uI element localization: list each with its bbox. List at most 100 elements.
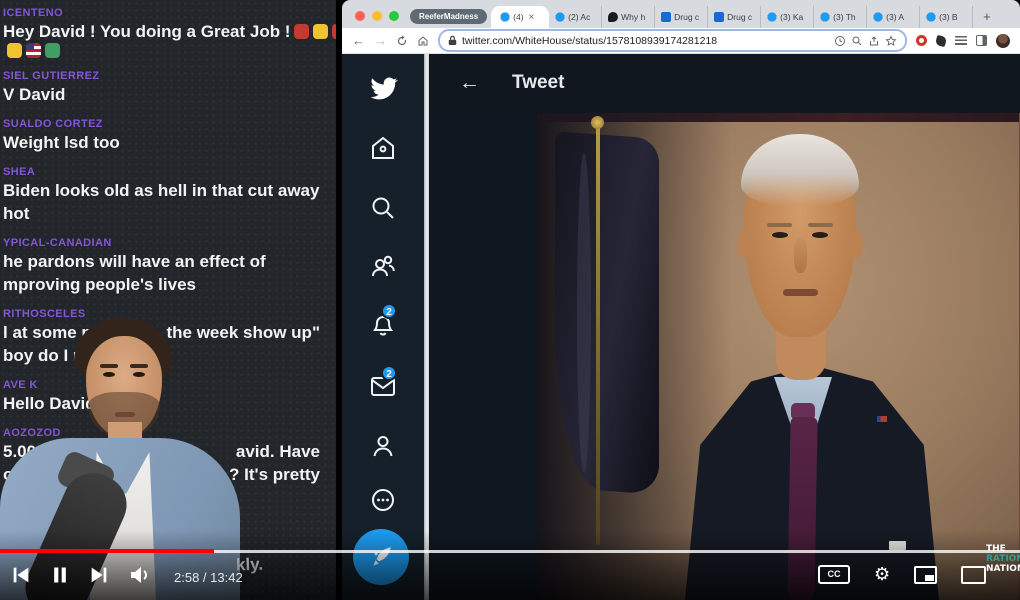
biden-tie xyxy=(787,417,817,600)
captions-button[interactable]: CC xyxy=(818,565,850,584)
notifications-bell-icon[interactable]: 2 xyxy=(369,310,397,343)
chat-message-line: V David xyxy=(3,83,336,106)
forward-button[interactable]: → xyxy=(374,34,387,47)
chat-message-line xyxy=(3,43,336,58)
communities-icon[interactable] xyxy=(369,252,397,285)
flag-lapel-pin xyxy=(877,416,887,422)
chat-text-right: avid. Have xyxy=(236,440,320,463)
side-panel-icon[interactable] xyxy=(976,35,987,46)
share-icon[interactable] xyxy=(868,35,880,47)
tweet-detail-column: ← Tweet xyxy=(429,54,1020,600)
chat-message-line: Weight lsd too xyxy=(3,131,336,154)
profile-nav-icon[interactable] xyxy=(369,432,397,465)
browser-tab[interactable]: (3) A xyxy=(867,6,920,28)
settings-gear-icon[interactable]: ⚙ xyxy=(874,566,890,584)
browser-tab[interactable]: (4) × xyxy=(491,6,549,28)
clock-icon[interactable] xyxy=(834,35,846,47)
tab-label: Why h xyxy=(621,12,645,22)
browser-tab[interactable]: (2) Ac xyxy=(549,6,602,28)
biden-head xyxy=(744,139,856,337)
chat-message: YPICAL-CANADIAN he pardons will have an … xyxy=(3,237,336,296)
chat-text-left: he pardons will have an effect of xyxy=(3,250,266,273)
home-nav-icon[interactable] xyxy=(369,134,397,167)
player-controls-right: CC ⚙ xyxy=(818,565,986,584)
browser-toolbar: ← → twitter.com/WhiteHouse/status/157810… xyxy=(342,28,1020,54)
twitter-logo-icon[interactable] xyxy=(368,72,398,107)
reload-icon[interactable] xyxy=(396,35,408,47)
previous-button[interactable] xyxy=(10,564,32,591)
url-text: twitter.com/WhiteHouse/status/1578108939… xyxy=(462,35,829,47)
chat-message: ICENTENO Hey David ! You doing a Great J… xyxy=(3,7,336,58)
back-arrow-icon[interactable]: ← xyxy=(459,71,480,95)
progress-played xyxy=(0,549,214,553)
tab-close-icon[interactable]: × xyxy=(529,12,535,23)
chat-message: SIEL GUTIERREZ V David xyxy=(3,70,336,106)
miniplayer-button[interactable] xyxy=(914,566,937,584)
tab-favicon xyxy=(926,12,936,22)
next-button[interactable] xyxy=(88,564,110,591)
time-display: 2:58 / 13:42 xyxy=(174,570,243,585)
chat-message-line: Biden looks old as hell in that cut away xyxy=(3,179,336,202)
chat-message-line: Hey David ! You doing a Great Job ! xyxy=(3,20,336,43)
chat-text-left: Biden looks old as hell in that cut away xyxy=(3,179,319,202)
chat-message: SHEA Biden looks old as hell in that cut… xyxy=(3,166,336,225)
browser-tab[interactable]: (3) Th xyxy=(814,6,867,28)
chat-text-left: hot xyxy=(3,202,29,225)
chat-username: SIEL GUTIERREZ xyxy=(3,70,336,82)
emoji-icon xyxy=(294,24,309,39)
profile-avatar[interactable] xyxy=(996,34,1010,48)
pause-button[interactable] xyxy=(50,564,70,591)
back-button[interactable]: ← xyxy=(352,34,365,47)
explore-search-icon[interactable] xyxy=(369,194,397,227)
video-progress-bar[interactable] xyxy=(0,549,1020,553)
channel-watermark[interactable]: THE RATIONAL NATIONAL xyxy=(986,544,1020,574)
chat-message-line: mproving people's lives xyxy=(3,273,336,296)
chat-text-left: mproving people's lives xyxy=(3,273,196,296)
new-tab-button[interactable]: + xyxy=(983,10,991,23)
tab-label: Drug c xyxy=(674,12,699,22)
browser-tab[interactable]: Drug c xyxy=(655,6,708,28)
theater-mode-button[interactable] xyxy=(961,566,986,584)
tab-favicon xyxy=(661,12,671,22)
bookmark-star-icon[interactable] xyxy=(885,35,897,47)
messages-badge: 2 xyxy=(381,365,397,381)
tab-label: (3) Ka xyxy=(780,12,803,22)
tab-label: (4) xyxy=(513,12,523,22)
more-options-icon[interactable] xyxy=(369,486,397,519)
youtube-player: ICENTENO Hey David ! You doing a Great J… xyxy=(0,0,1020,600)
flag-pole xyxy=(596,125,600,545)
volume-icon[interactable] xyxy=(128,563,152,592)
close-window-button[interactable] xyxy=(355,11,365,21)
chat-message: SUALDO CORTEZ Weight lsd too xyxy=(3,118,336,154)
tab-favicon xyxy=(555,12,565,22)
minimize-window-button[interactable] xyxy=(372,11,382,21)
tab-favicon xyxy=(500,12,510,22)
address-bar[interactable]: twitter.com/WhiteHouse/status/1578108939… xyxy=(438,29,907,52)
maximize-window-button[interactable] xyxy=(389,11,399,21)
notifications-badge: 2 xyxy=(381,303,397,319)
extension-red-o-icon[interactable] xyxy=(916,35,927,46)
extension-pin-icon[interactable] xyxy=(935,34,947,46)
window-controls xyxy=(355,11,399,21)
compose-tweet-button[interactable] xyxy=(353,529,409,585)
tab-label: (3) B xyxy=(939,12,957,22)
emoji-icon xyxy=(7,43,22,58)
tab-favicon xyxy=(820,12,830,22)
twitter-page: 2 2 ← Tweet xyxy=(342,54,1020,600)
home-icon[interactable] xyxy=(417,35,429,47)
browser-tab[interactable]: (3) Ka xyxy=(761,6,814,28)
extension-icons xyxy=(916,34,1010,48)
tab-favicon xyxy=(714,12,724,22)
tweet-video-biden[interactable] xyxy=(537,113,1020,600)
browser-tab[interactable]: Drug c xyxy=(708,6,761,28)
browser-tab[interactable]: Why h xyxy=(602,6,655,28)
extension-lines-icon[interactable] xyxy=(955,36,967,45)
messages-envelope-icon[interactable]: 2 xyxy=(369,372,397,405)
browser-tab-strip: ReeferMadness (4) × (2) Ac Why h xyxy=(342,0,1020,28)
tab-group-label[interactable]: ReeferMadness xyxy=(410,9,487,24)
presidential-flag xyxy=(555,131,659,494)
chat-username: YPICAL-CANADIAN xyxy=(3,237,336,249)
browser-tab[interactable]: (3) B xyxy=(920,6,973,28)
tab-label: (3) A xyxy=(886,12,904,22)
zoom-icon[interactable] xyxy=(851,35,863,47)
